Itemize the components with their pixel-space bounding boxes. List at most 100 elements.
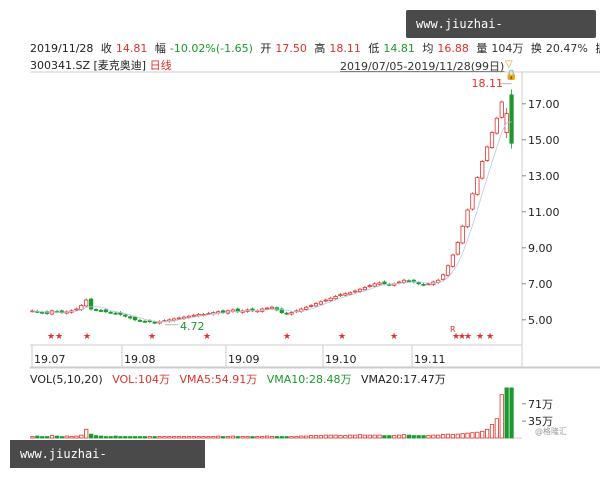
volume-bar [128,436,133,439]
candle-body [304,306,309,310]
vma5-legend: VMA5:54.91万 [179,373,258,386]
volume-bar [504,387,509,439]
volume-bar [172,436,177,439]
candle-body [450,254,455,267]
volume-bar [304,435,309,439]
star-marker: ★ [83,332,91,342]
volume-bar [401,434,407,439]
candle-body [421,283,426,286]
volume-bar [64,435,69,439]
volume-bar [186,436,192,439]
volume-bar [167,436,172,439]
volume-bar [98,435,104,439]
candle-body [440,274,446,280]
volume-bar [436,434,441,439]
volume-bar [352,434,358,439]
volume-bar [123,436,128,439]
volume-bar [255,436,260,439]
candle-body [269,306,275,310]
volume-bar [338,435,343,439]
candle-body [362,286,367,291]
candle-body [318,301,323,305]
candle-body [89,298,94,310]
ma-line [32,121,512,323]
candle-body [499,101,504,118]
candle-body [382,281,387,285]
volume-bar [274,436,279,439]
candle-body [74,308,79,311]
candle-body [84,299,89,307]
volume-bar [455,433,460,439]
candle-body [475,177,480,195]
volume-bar [89,433,94,439]
star-marker: ★ [486,332,494,342]
volume-bar [211,436,216,439]
y-tick-label: 17.00 [528,98,560,111]
volume-bar [191,436,196,439]
volume-bar [162,436,167,439]
candle-body [494,117,499,134]
volume-bar [240,436,245,439]
volume-bar [308,435,314,439]
volume-bar [489,424,495,439]
volume-bar [362,434,367,439]
volume-bar [103,436,108,439]
candle-body [220,310,226,313]
candle-body [313,303,319,307]
volume-bar [137,436,143,439]
low-annotation: 4.72 [180,320,205,333]
y-tick-label: 11.00 [528,206,560,219]
volume-bar [333,434,338,439]
volume-bar [201,436,206,439]
candle-body [470,193,475,210]
volume-bar [494,418,499,439]
candle-body [445,265,451,276]
volume-bar [84,428,89,439]
star-marker: ★ [476,332,484,342]
volume-bar [416,435,421,439]
star-marker: ★ [283,332,291,342]
candle-body [123,314,128,317]
candle-body [352,290,358,293]
volume-bar [230,435,236,439]
volume-bar [196,436,201,439]
candlestick-chart: 17.00 15.00 13.00 11.00 9.00 7.00 5.00 19.07 19.… [30,71,600,439]
candle-body [480,160,485,179]
volume-bar [49,435,55,439]
volume-bar [118,436,123,439]
volume-bar [426,435,431,439]
volume-bar [279,436,284,439]
candle-body [338,294,343,297]
candle-body [426,283,431,286]
volume-bar [396,434,402,439]
candle-body [103,309,108,313]
candle-body [372,283,377,287]
volume-bar [318,435,323,439]
volume-bar [328,434,333,439]
vol-legend-value: VOL:104万 [112,373,171,386]
volume-bar [460,433,465,439]
x-tick-label: 19.07 [34,353,66,366]
volume-bar [264,435,270,439]
x-tick-label: 19.10 [325,353,357,366]
volume-bar [176,436,182,439]
volume-bar [113,435,118,439]
candle-body [152,321,157,324]
candle-body [377,282,382,285]
candle-body [308,304,314,307]
candle-body [284,312,289,315]
candle-body [484,146,490,161]
watermark-bottom: www.jiuzhai-hotspring.com [10,440,205,489]
candle-body [460,225,465,244]
volume-bar [450,434,455,439]
volume-bar [294,436,299,439]
volume-bar [269,436,275,439]
candle-body [289,312,294,315]
volume-bar [421,435,426,439]
vol-legend-label: VOL(5,10,20) [30,373,103,386]
volume-bar [367,434,372,439]
star-marker: ★ [464,332,472,342]
volume-bar [245,436,250,439]
star-marker: ★ [203,332,211,342]
star-marker: ★ [390,332,398,342]
